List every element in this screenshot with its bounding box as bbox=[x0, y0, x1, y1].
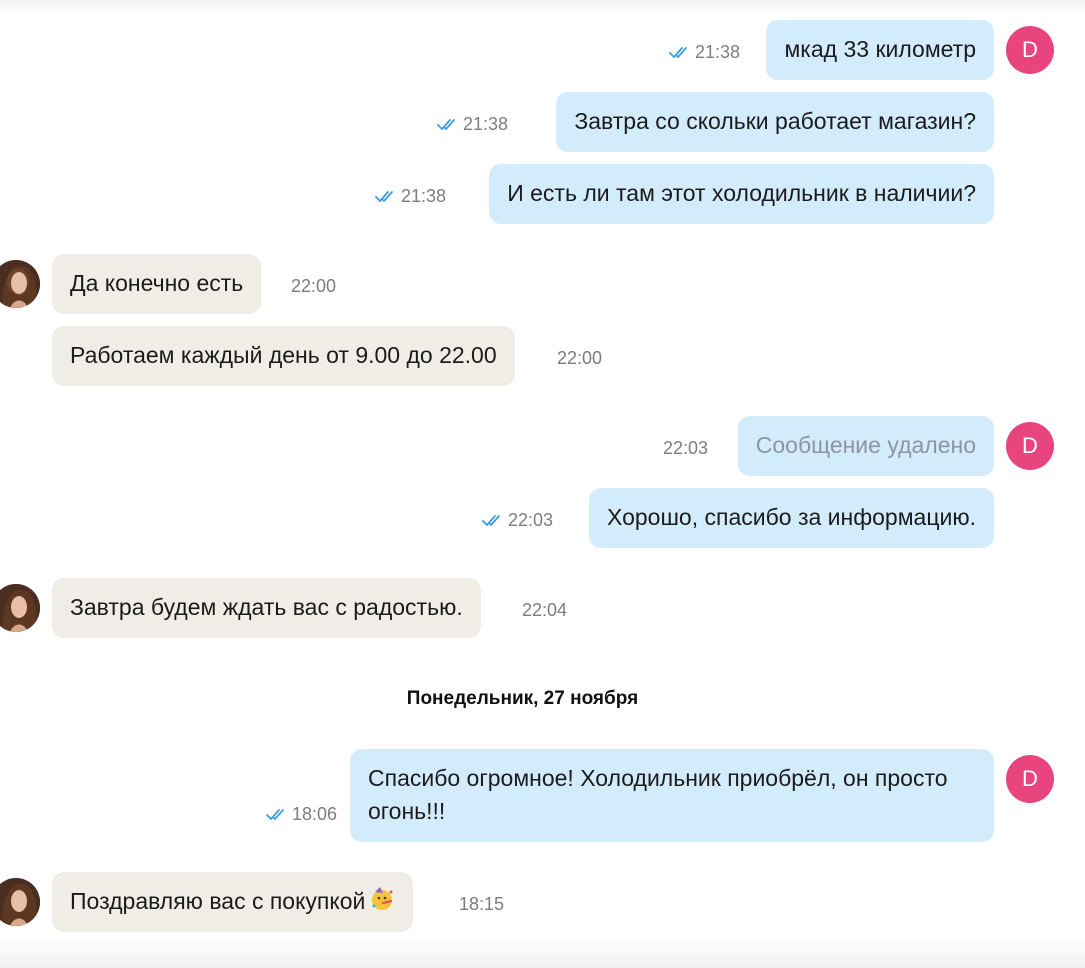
message-bubble-outgoing[interactable]: И есть ли там этот холодильник в наличии… bbox=[489, 164, 994, 224]
user-avatar[interactable]: D bbox=[1006, 422, 1054, 470]
message-row: 21:38 Завтра со скольки работает магазин… bbox=[0, 92, 1085, 152]
message-time: 22:04 bbox=[522, 600, 568, 620]
message-row: 21:38 мкад 33 километр D bbox=[0, 20, 1085, 80]
message-row: 18:06 Спасибо огромное! Холодильник прио… bbox=[0, 749, 1085, 842]
message-row: 22:03 Хорошо, спасибо за информацию. bbox=[0, 488, 1085, 548]
chat-view: 21:38 мкад 33 километр D 21:38 Завтра со… bbox=[0, 0, 1085, 968]
message-bubble-outgoing[interactable]: мкад 33 километр bbox=[766, 20, 994, 80]
party-face-icon bbox=[372, 887, 393, 910]
message-time: 22:03 bbox=[662, 438, 708, 458]
top-shadow bbox=[0, 0, 1085, 14]
message-bubble-incoming[interactable]: Завтра будем ждать вас с радостью. bbox=[52, 578, 481, 638]
contact-photo-icon bbox=[0, 260, 40, 308]
message-bubble-incoming[interactable]: Поздравляю вас с покупкой bbox=[52, 872, 414, 932]
message-time: 22:00 bbox=[557, 348, 603, 368]
message-row: Поздравляю вас с покупкой 18:15 bbox=[0, 872, 1085, 932]
message-meta: 21:38 bbox=[437, 114, 508, 134]
contact-avatar[interactable] bbox=[0, 260, 40, 308]
message-meta: 18:06 bbox=[266, 804, 337, 824]
double-check-icon bbox=[669, 47, 687, 59]
message-row: Завтра будем ждать вас с радостью. 22:04 bbox=[0, 578, 1085, 638]
bottom-shadow bbox=[0, 938, 1085, 968]
user-avatar[interactable]: D bbox=[1006, 26, 1054, 74]
message-time: 21:38 bbox=[462, 114, 508, 134]
message-row: Работаем каждый день от 9.00 до 22.00 22… bbox=[0, 326, 1085, 386]
message-row: 21:38 И есть ли там этот холодильник в н… bbox=[0, 164, 1085, 224]
contact-photo-icon bbox=[0, 878, 40, 926]
message-bubble-outgoing[interactable]: Хорошо, спасибо за информацию. bbox=[589, 488, 994, 548]
message-row: Да конечно есть 22:00 bbox=[0, 254, 1085, 314]
message-bubble-outgoing[interactable]: Спасибо огромное! Холодильник приобрёл, … bbox=[350, 749, 994, 842]
message-bubble-incoming[interactable]: Работаем каждый день от 9.00 до 22.00 bbox=[52, 326, 515, 386]
contact-avatar[interactable] bbox=[0, 878, 40, 926]
message-meta: 21:38 bbox=[375, 186, 446, 206]
message-text: Поздравляю вас с покупкой bbox=[70, 888, 366, 914]
message-meta: 22:03 bbox=[482, 510, 553, 530]
double-check-icon bbox=[266, 809, 284, 821]
double-check-icon bbox=[437, 119, 455, 131]
message-bubble-deleted[interactable]: Сообщение удалено bbox=[737, 416, 994, 476]
message-time: 18:15 bbox=[459, 894, 505, 914]
contact-photo-icon bbox=[0, 584, 40, 632]
message-row: 22:03 Сообщение удалено D bbox=[0, 416, 1085, 476]
double-check-icon bbox=[375, 191, 393, 203]
message-time: 21:38 bbox=[400, 186, 446, 206]
message-time: 21:38 bbox=[694, 42, 740, 62]
message-meta: 21:38 bbox=[669, 42, 740, 62]
user-avatar[interactable]: D bbox=[1006, 755, 1054, 803]
double-check-icon bbox=[482, 515, 500, 527]
message-bubble-incoming[interactable]: Да конечно есть bbox=[52, 254, 262, 314]
message-bubble-outgoing[interactable]: Завтра со скольки работает магазин? bbox=[556, 92, 994, 152]
message-time: 18:06 bbox=[291, 804, 337, 824]
contact-avatar[interactable] bbox=[0, 584, 40, 632]
message-time: 22:00 bbox=[291, 276, 337, 296]
message-time: 22:03 bbox=[507, 510, 553, 530]
date-separator: Понедельник, 27 ноября bbox=[406, 688, 639, 709]
